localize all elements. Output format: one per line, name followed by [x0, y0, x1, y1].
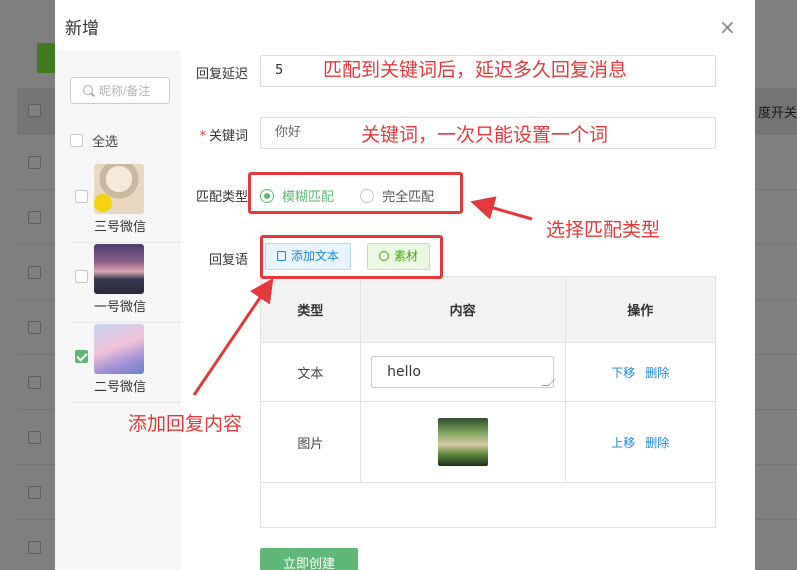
annotation-box-match-type	[248, 172, 463, 214]
reply-table: 类型 内容 操作 文本 hello 下移 删除 图片 上移 删除	[260, 276, 717, 528]
annotation-delay: 匹配到关键词后，延迟多久回复消息	[323, 59, 628, 81]
account-panel: 全选 三号微信 一号微信 二号微信	[55, 50, 181, 570]
cell-type: 文本	[260, 342, 361, 402]
divider	[71, 402, 181, 403]
annotation-box-reply-buttons	[260, 235, 443, 279]
column-header-content: 内容	[359, 276, 566, 343]
create-button[interactable]: 立即创建	[260, 548, 358, 570]
background-checkbox	[28, 486, 41, 499]
background-checkbox	[28, 266, 41, 279]
table-row: 图片 上移 删除	[260, 401, 717, 483]
avatar	[94, 324, 144, 374]
move-down-link[interactable]: 下移	[611, 366, 635, 380]
reply-text-value: hello	[387, 364, 421, 380]
select-all-label: 全选	[92, 135, 119, 150]
account-item[interactable]: 二号微信	[55, 320, 181, 400]
account-item[interactable]: 三号微信	[55, 160, 181, 240]
annotation-keyword: 关键词，一次只能设置一个词	[361, 124, 609, 146]
column-header-actions: 操作	[564, 276, 717, 343]
cell-content: hello	[359, 342, 566, 402]
account-search-input[interactable]	[99, 82, 167, 100]
account-name: 一号微信	[94, 300, 147, 315]
search-icon	[83, 85, 93, 95]
dialog-title: 新增	[65, 19, 99, 39]
cell-type: 图片	[260, 401, 361, 483]
select-all-checkbox[interactable]	[70, 134, 83, 147]
resize-grip-icon[interactable]	[541, 379, 556, 386]
table-header-row: 类型 内容 操作	[260, 276, 717, 343]
move-up-link[interactable]: 上移	[611, 436, 635, 450]
account-name: 二号微信	[94, 380, 147, 395]
account-checkbox[interactable]	[75, 190, 88, 203]
reply-label: 回复语	[208, 253, 248, 268]
delete-link[interactable]: 删除	[645, 366, 669, 380]
reply-text-area[interactable]: hello	[371, 356, 556, 388]
delete-link[interactable]: 删除	[645, 436, 669, 450]
select-all[interactable]: 全选	[70, 131, 118, 150]
match-type-label: 匹配类型	[195, 190, 248, 205]
required-mark: *	[199, 129, 206, 144]
background-checkbox	[28, 156, 41, 169]
keyword-label-text: 关键词	[208, 129, 248, 144]
annotation-match-type: 选择匹配类型	[546, 219, 661, 241]
cell-content	[359, 401, 566, 483]
column-header-type: 类型	[260, 276, 361, 343]
table-row-empty	[260, 482, 716, 528]
empty-cell	[260, 482, 716, 528]
background-checkbox	[28, 104, 41, 117]
background-checkbox	[28, 376, 41, 389]
account-checkbox[interactable]	[75, 350, 88, 363]
background-column-header: 度开关	[758, 106, 797, 121]
account-name: 三号微信	[94, 220, 147, 235]
table-row: 文本 hello 下移 删除	[260, 342, 717, 402]
close-icon[interactable]: ×	[719, 17, 736, 37]
account-checkbox[interactable]	[75, 270, 88, 283]
background-checkbox	[28, 431, 41, 444]
image-thumbnail	[437, 418, 488, 466]
cell-actions: 下移 删除	[564, 342, 717, 402]
background-checkbox	[28, 321, 41, 334]
keyword-label: * 关键词	[178, 125, 248, 144]
delay-label: 回复延迟	[195, 67, 248, 82]
cell-actions: 上移 删除	[564, 401, 717, 483]
avatar	[94, 244, 144, 294]
avatar	[94, 164, 144, 214]
background-checkbox	[28, 541, 41, 554]
annotation-reply: 添加回复内容	[128, 413, 243, 435]
background-checkbox	[28, 211, 41, 224]
account-item[interactable]: 一号微信	[55, 240, 181, 320]
account-search[interactable]	[70, 77, 170, 104]
add-dialog: 新增 × 全选 三号微信 一号微信 二号微信 回复延迟 5 *	[55, 0, 755, 570]
